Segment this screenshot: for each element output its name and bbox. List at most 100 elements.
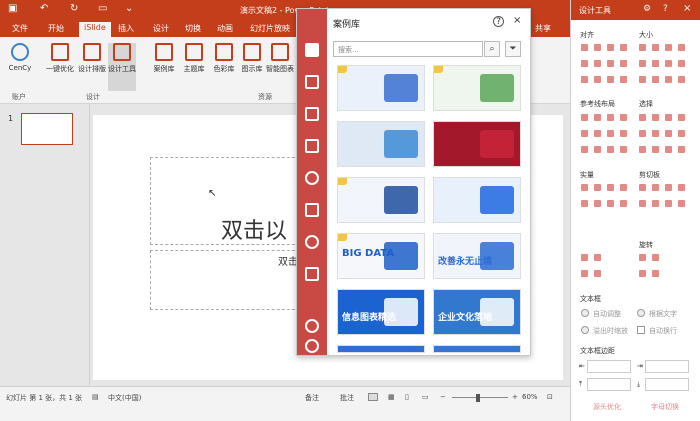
design-tool-icon[interactable]	[665, 114, 672, 121]
design-tool-icon[interactable]	[581, 114, 588, 121]
case-card[interactable]	[337, 65, 425, 111]
case-card[interactable]	[433, 121, 521, 167]
tab-slideshow[interactable]: 幻灯片放映	[250, 23, 290, 34]
design-tool-icon[interactable]	[620, 60, 627, 67]
tab-animations[interactable]: 动画	[217, 23, 233, 34]
design-tool-icon[interactable]	[607, 114, 614, 121]
design-tool-icon[interactable]	[665, 44, 672, 51]
word-wrap-checkbox[interactable]	[637, 326, 645, 334]
design-tool-icon[interactable]	[652, 44, 659, 51]
subtitle-placeholder[interactable]: 双击	[150, 250, 300, 310]
case-card[interactable]	[337, 121, 425, 167]
design-tool-icon[interactable]	[678, 200, 685, 207]
design-layout-button[interactable]: 设计排版	[78, 43, 106, 74]
slideshow-icon[interactable]: ▭	[422, 393, 429, 401]
help-icon[interactable]: ?	[493, 16, 504, 27]
case-card[interactable]	[337, 177, 425, 223]
design-tool-icon[interactable]	[652, 254, 659, 261]
comments-button[interactable]: 批注	[340, 393, 354, 403]
design-tool-icon[interactable]	[639, 60, 646, 67]
design-tool-icon[interactable]	[678, 146, 685, 153]
account-button[interactable]: CenCy	[6, 43, 34, 72]
sidebar-diagrams-icon[interactable]	[305, 107, 319, 121]
left-margin-input[interactable]	[587, 360, 631, 373]
design-tool-icon[interactable]	[594, 76, 601, 83]
design-tool-icon[interactable]	[607, 76, 614, 83]
design-tool-icon[interactable]	[594, 270, 601, 277]
design-tool-icon[interactable]	[594, 44, 601, 51]
design-tool-icon[interactable]	[652, 184, 659, 191]
case-card[interactable]	[433, 65, 521, 111]
design-tool-icon[interactable]	[652, 76, 659, 83]
design-tool-icon[interactable]	[620, 184, 627, 191]
start-from-beginning-icon[interactable]: ▭	[98, 3, 107, 14]
design-tool-icon[interactable]	[639, 270, 646, 277]
case-library-button[interactable]: 案例库	[150, 43, 178, 74]
design-tool-icon[interactable]	[607, 60, 614, 67]
footer-link-optimize[interactable]: 源头优化	[593, 402, 621, 412]
normal-view-icon[interactable]	[368, 393, 378, 401]
design-tool-icon[interactable]	[607, 44, 614, 51]
design-tool-icon[interactable]	[652, 60, 659, 67]
tab-design[interactable]: 设计	[153, 23, 169, 34]
save-icon[interactable]: ▣	[8, 3, 17, 14]
design-tool-icon[interactable]	[607, 200, 614, 207]
resize-to-text-radio[interactable]	[637, 309, 645, 317]
filter-icon[interactable]: ⏷	[505, 41, 521, 57]
case-card[interactable]: 企业文化落地	[433, 289, 521, 335]
design-tool-icon[interactable]	[665, 184, 672, 191]
design-tool-icon[interactable]	[594, 200, 601, 207]
design-tool-icon[interactable]	[678, 184, 685, 191]
color-library-button[interactable]: 色彩库	[210, 43, 238, 74]
design-tool-icon[interactable]	[620, 200, 627, 207]
share-button[interactable]: 共享	[535, 23, 551, 34]
design-tool-icon[interactable]	[678, 44, 685, 51]
design-tool-icon[interactable]	[581, 44, 588, 51]
slide-sorter-icon[interactable]: ▦	[388, 393, 395, 401]
tab-transitions[interactable]: 切换	[185, 23, 201, 34]
design-tool-icon[interactable]	[639, 254, 646, 261]
design-tool-icon[interactable]	[581, 130, 588, 137]
design-tool-icon[interactable]	[594, 130, 601, 137]
case-card[interactable]	[337, 345, 425, 353]
undo-icon[interactable]: ↶	[40, 3, 48, 14]
design-tool-icon[interactable]	[581, 146, 588, 153]
design-tool-icon[interactable]	[581, 60, 588, 67]
case-card[interactable]: BIG DATA	[337, 233, 425, 279]
language-indicator[interactable]: 中文(中国)	[108, 393, 141, 403]
design-tool-icon[interactable]	[639, 184, 646, 191]
top-margin-input[interactable]	[587, 378, 631, 391]
design-tool-icon[interactable]	[652, 200, 659, 207]
design-tool-icon[interactable]	[652, 146, 659, 153]
design-tool-icon[interactable]	[594, 184, 601, 191]
reading-view-icon[interactable]: ▯	[405, 393, 409, 401]
sidebar-icons-icon[interactable]	[305, 203, 319, 217]
design-tool-icon[interactable]	[639, 76, 646, 83]
search-input[interactable]: 搜索...	[333, 41, 483, 57]
design-tool-icon[interactable]	[639, 130, 646, 137]
diagram-library-button[interactable]: 图示库	[238, 43, 266, 74]
design-tool-icon[interactable]	[620, 44, 627, 51]
tab-file[interactable]: 文件	[12, 23, 28, 34]
design-tool-icon[interactable]	[639, 114, 646, 121]
sidebar-cases-icon[interactable]	[305, 43, 319, 57]
design-tool-icon[interactable]	[620, 146, 627, 153]
design-tool-icon[interactable]	[607, 146, 614, 153]
close-icon[interactable]: ×	[513, 15, 521, 26]
design-tool-icon[interactable]	[581, 270, 588, 277]
design-tool-icon[interactable]	[594, 146, 601, 153]
design-tool-icon[interactable]	[665, 146, 672, 153]
help-icon[interactable]: ?	[663, 4, 668, 14]
design-tool-icon[interactable]	[581, 254, 588, 261]
design-tool-icon[interactable]	[665, 76, 672, 83]
design-tool-icon[interactable]	[652, 130, 659, 137]
design-tool-icon[interactable]	[652, 270, 659, 277]
sidebar-images-icon[interactable]	[305, 235, 319, 249]
design-tool-icon[interactable]	[678, 76, 685, 83]
case-card[interactable]: 改善永无止境	[433, 233, 521, 279]
design-tool-icon[interactable]	[678, 114, 685, 121]
design-tools-button[interactable]: 设计工具	[108, 43, 136, 91]
design-tool-icon[interactable]	[607, 184, 614, 191]
redo-icon[interactable]: ↻	[70, 3, 78, 14]
zoom-slider[interactable]	[452, 397, 508, 398]
